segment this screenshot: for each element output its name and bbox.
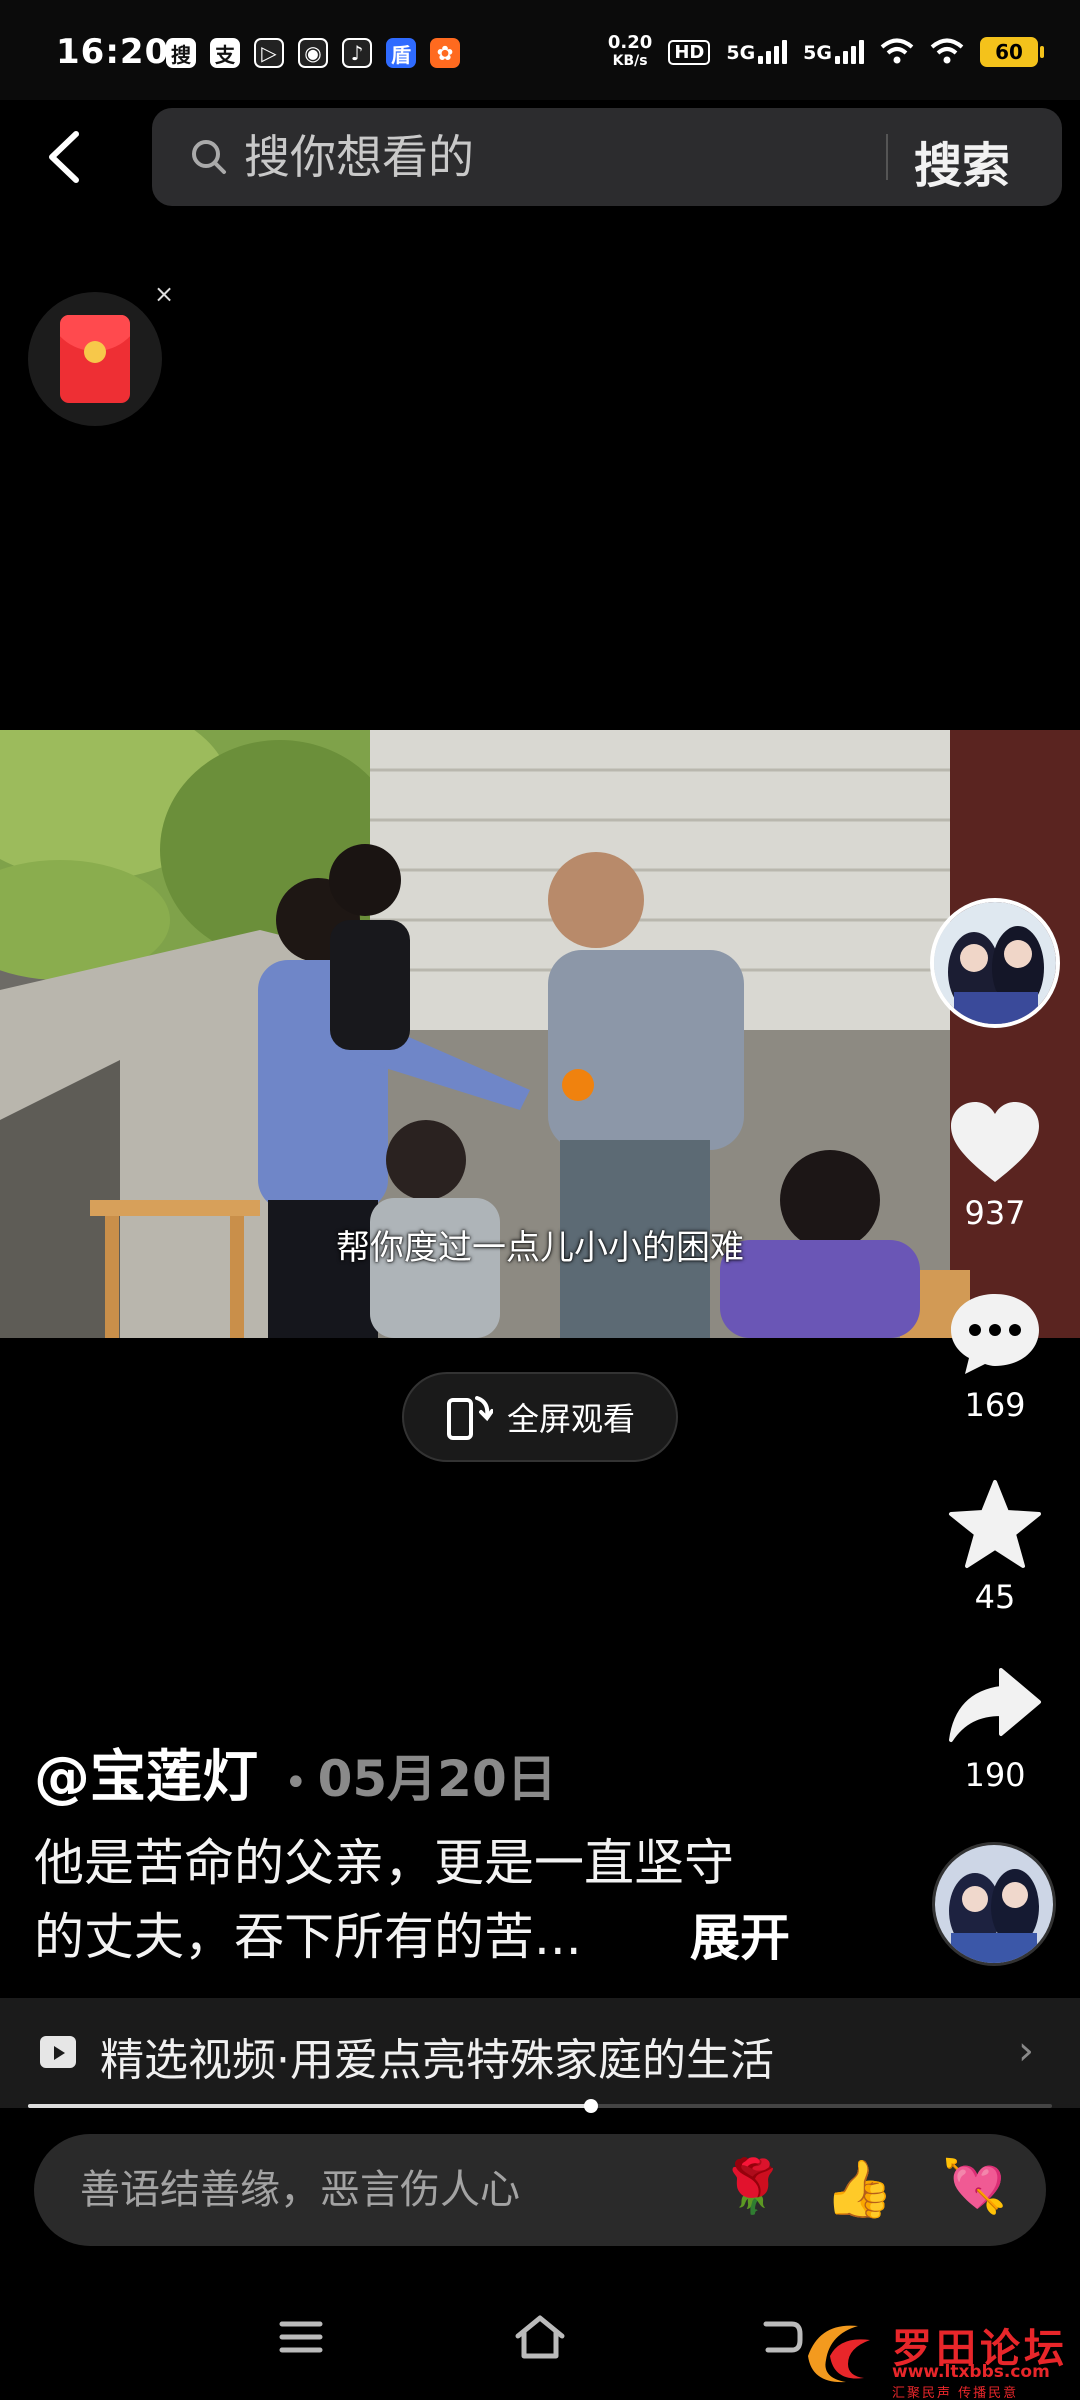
notification-icons: 搜 支 ▷ ◉ ♪ 盾 ✿ [166, 38, 460, 68]
battery-indicator: 60 [980, 37, 1044, 67]
play-app-icon: ▷ [254, 38, 284, 68]
wifi-icon [930, 38, 964, 64]
flower-app-icon: ✿ [430, 38, 460, 68]
description-line-1: 他是苦命的父亲，更是一直坚守 [34, 1834, 734, 1892]
forum-watermark: 罗田论坛 www.ltxbbs.com 汇聚民声 传播民意 [800, 2316, 1070, 2400]
back-nav-icon[interactable] [756, 2312, 806, 2362]
network-speed: 0.20 KB/s [607, 32, 653, 70]
star-icon [949, 1480, 1041, 1568]
comment-input[interactable] [80, 2160, 680, 2220]
search-box[interactable]: 搜索 [152, 108, 1062, 206]
collection-bar[interactable]: 精选视频·用爱点亮特殊家庭的生活 › [0, 1998, 1080, 2108]
back-button[interactable] [46, 122, 96, 192]
like-count: 937 [964, 1194, 1026, 1232]
collection-title: 精选视频·用爱点亮特殊家庭的生活 [100, 2035, 774, 2086]
collection-icon [40, 2036, 76, 2068]
heart-emoji-icon[interactable]: 💘 [942, 2156, 1007, 2217]
fullscreen-label: 全屏观看 [506, 1400, 635, 1438]
rose-emoji-icon[interactable]: 🌹 [720, 2156, 785, 2217]
fullscreen-button[interactable]: 全屏观看 [402, 1372, 678, 1462]
status-bar: 16:20 搜 支 ▷ ◉ ♪ 盾 ✿ 0.20 KB/s HD 5G 5G 6… [0, 0, 1080, 100]
favorite-button[interactable]: 45 [940, 1478, 1050, 1616]
status-indicators: 0.20 KB/s HD 5G 5G 60 [607, 32, 1044, 70]
comment-count: 169 [964, 1386, 1026, 1424]
home-icon[interactable] [512, 2312, 568, 2362]
thumbs-up-emoji-icon[interactable]: 👍 [824, 2156, 894, 2222]
search-icon [192, 140, 226, 174]
chevron-left-icon [49, 131, 79, 183]
expand-button[interactable]: 展开 [690, 1898, 790, 1970]
tiktok-app-icon: ♪ [342, 38, 372, 68]
video-app-icon: ◉ [298, 38, 328, 68]
watermark-tagline: 汇聚民声 传播民意 [892, 2386, 1019, 2400]
search-input[interactable] [244, 128, 904, 186]
status-time: 16:20 [56, 32, 170, 72]
search-divider [886, 134, 888, 180]
sogou-app-icon: 搜 [166, 38, 196, 68]
search-button[interactable]: 搜索 [914, 126, 1010, 196]
comment-button[interactable]: 169 [940, 1290, 1050, 1424]
progress-fill [28, 2104, 592, 2108]
red-packet-icon [60, 315, 130, 403]
music-cover-image [935, 1845, 1053, 1963]
share-arrow-icon [949, 1668, 1041, 1742]
hd-voice-icon: HD [668, 39, 711, 65]
heart-icon [951, 1102, 1039, 1182]
share-button[interactable]: 190 [940, 1664, 1050, 1794]
favorite-count: 45 [974, 1578, 1016, 1616]
wifi-plus-icon [880, 38, 914, 64]
author-avatar[interactable] [930, 898, 1060, 1028]
shield-app-icon: 盾 [386, 38, 416, 68]
author-line: @宝莲灯 • 05月20日 [34, 1732, 557, 1813]
alipay-app-icon: 支 [210, 38, 240, 68]
signal-5g-2-icon: 5G [803, 40, 864, 64]
description-line-2: 的丈夫，吞下所有的苦... [34, 1908, 582, 1966]
music-disc[interactable] [932, 1842, 1056, 1966]
author-name[interactable]: @宝莲灯 [34, 1732, 258, 1813]
post-description: 他是苦命的父亲，更是一直坚守 的丈夫，吞下所有的苦... [34, 1826, 794, 1974]
post-date: 05月20日 [317, 1750, 557, 1808]
menu-icon[interactable] [276, 2312, 326, 2362]
video-subtitle: 帮你度过一点儿小小的困难 [336, 1228, 744, 1268]
chevron-right-icon: › [1018, 2028, 1034, 2074]
video-progress-bar[interactable] [28, 2099, 1052, 2113]
comment-bubble-icon [951, 1294, 1039, 1374]
avatar-image [934, 902, 1056, 1024]
watermark-logo [808, 2325, 870, 2383]
signal-5g-1-icon: 5G [726, 40, 788, 64]
separator-dot: • [284, 1760, 308, 1806]
red-packet-button[interactable] [28, 292, 162, 426]
video-player[interactable]: 帮你度过一点儿小小的困难 [0, 730, 1080, 1338]
like-button[interactable]: 937 [940, 1100, 1050, 1232]
red-packet-close-button[interactable]: × [154, 280, 174, 308]
rotate-screen-icon [446, 1396, 493, 1440]
watermark-subtitle: www.ltxbbs.com [892, 2362, 1050, 2382]
comment-bar: 🌹 👍 💘 [34, 2134, 1046, 2246]
share-count: 190 [964, 1756, 1026, 1794]
progress-knob[interactable] [584, 2099, 599, 2113]
